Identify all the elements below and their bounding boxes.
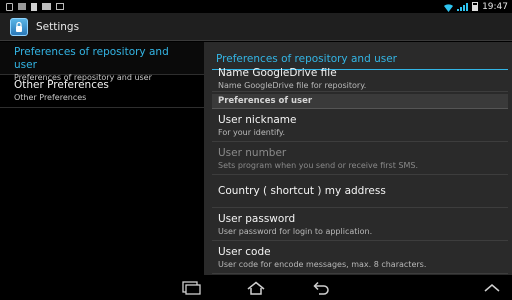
status-bar: 19:47	[0, 0, 512, 13]
pref-title: User password	[218, 213, 296, 225]
pref-title: User nickname	[218, 114, 297, 126]
pref-title: User code	[218, 246, 271, 258]
pref-googledrive-file[interactable]: Name GoogleDrive file Name GoogleDrive f…	[212, 66, 508, 92]
preferences-list[interactable]: Name GoogleDrive file Name GoogleDrive f…	[212, 66, 508, 274]
pref-user-nickname[interactable]: User nickname For your identify.	[212, 109, 508, 142]
box-icon	[18, 3, 26, 10]
back-icon[interactable]	[310, 279, 332, 296]
navigation-bar	[0, 275, 512, 300]
lock-app-icon[interactable]	[10, 17, 28, 36]
pref-title: Name GoogleDrive file	[218, 67, 337, 79]
pref-user-password[interactable]: User password User password for login to…	[212, 208, 508, 241]
preferences-pane[interactable]: Preferences of repository and user Name …	[204, 42, 512, 275]
pref-country-address[interactable]: Country ( shortcut ) my address	[212, 175, 508, 208]
notification-icons	[6, 2, 64, 11]
up-arrow-icon[interactable]	[481, 279, 503, 296]
action-bar: Settings	[0, 13, 512, 41]
clock: 19:47	[482, 1, 508, 12]
battery-icon	[472, 2, 479, 11]
header-item-repository-user[interactable]: Preferences of repository and user Prefe…	[0, 42, 204, 82]
signal-icon	[457, 2, 469, 11]
recent-apps-icon[interactable]	[180, 279, 202, 296]
pref-summary: User code for encode messages, max. 8 ch…	[218, 260, 427, 269]
pref-title: User number	[218, 147, 287, 159]
usb-icon	[6, 2, 13, 11]
home-icon[interactable]	[245, 279, 267, 296]
pref-user-code[interactable]: User code User code for encode messages,…	[212, 241, 508, 274]
page-title: Settings	[36, 20, 80, 33]
image-icon	[42, 3, 51, 10]
header-summary: Other Preferences	[14, 93, 87, 102]
header-item-other-preferences[interactable]: Other Preferences Other Preferences	[0, 75, 204, 108]
category-header: Preferences of user	[212, 94, 508, 109]
pref-summary: Name GoogleDrive file for repository.	[218, 81, 367, 90]
document-icon	[31, 2, 37, 11]
header-title: Other Preferences	[14, 79, 109, 91]
bag-icon	[56, 3, 64, 10]
pref-summary: Sets program when you send or receive fi…	[218, 161, 418, 170]
pane-title: Preferences of repository and user	[216, 53, 397, 65]
header-title: Preferences of repository and user	[14, 46, 169, 71]
pref-title: Country ( shortcut ) my address	[218, 185, 386, 197]
pref-user-number: User number Sets program when you send o…	[212, 142, 508, 175]
pref-summary: For your identify.	[218, 128, 286, 137]
pref-summary: User password for login to application.	[218, 227, 373, 236]
headers-list: Preferences of repository and user Prefe…	[0, 42, 204, 275]
